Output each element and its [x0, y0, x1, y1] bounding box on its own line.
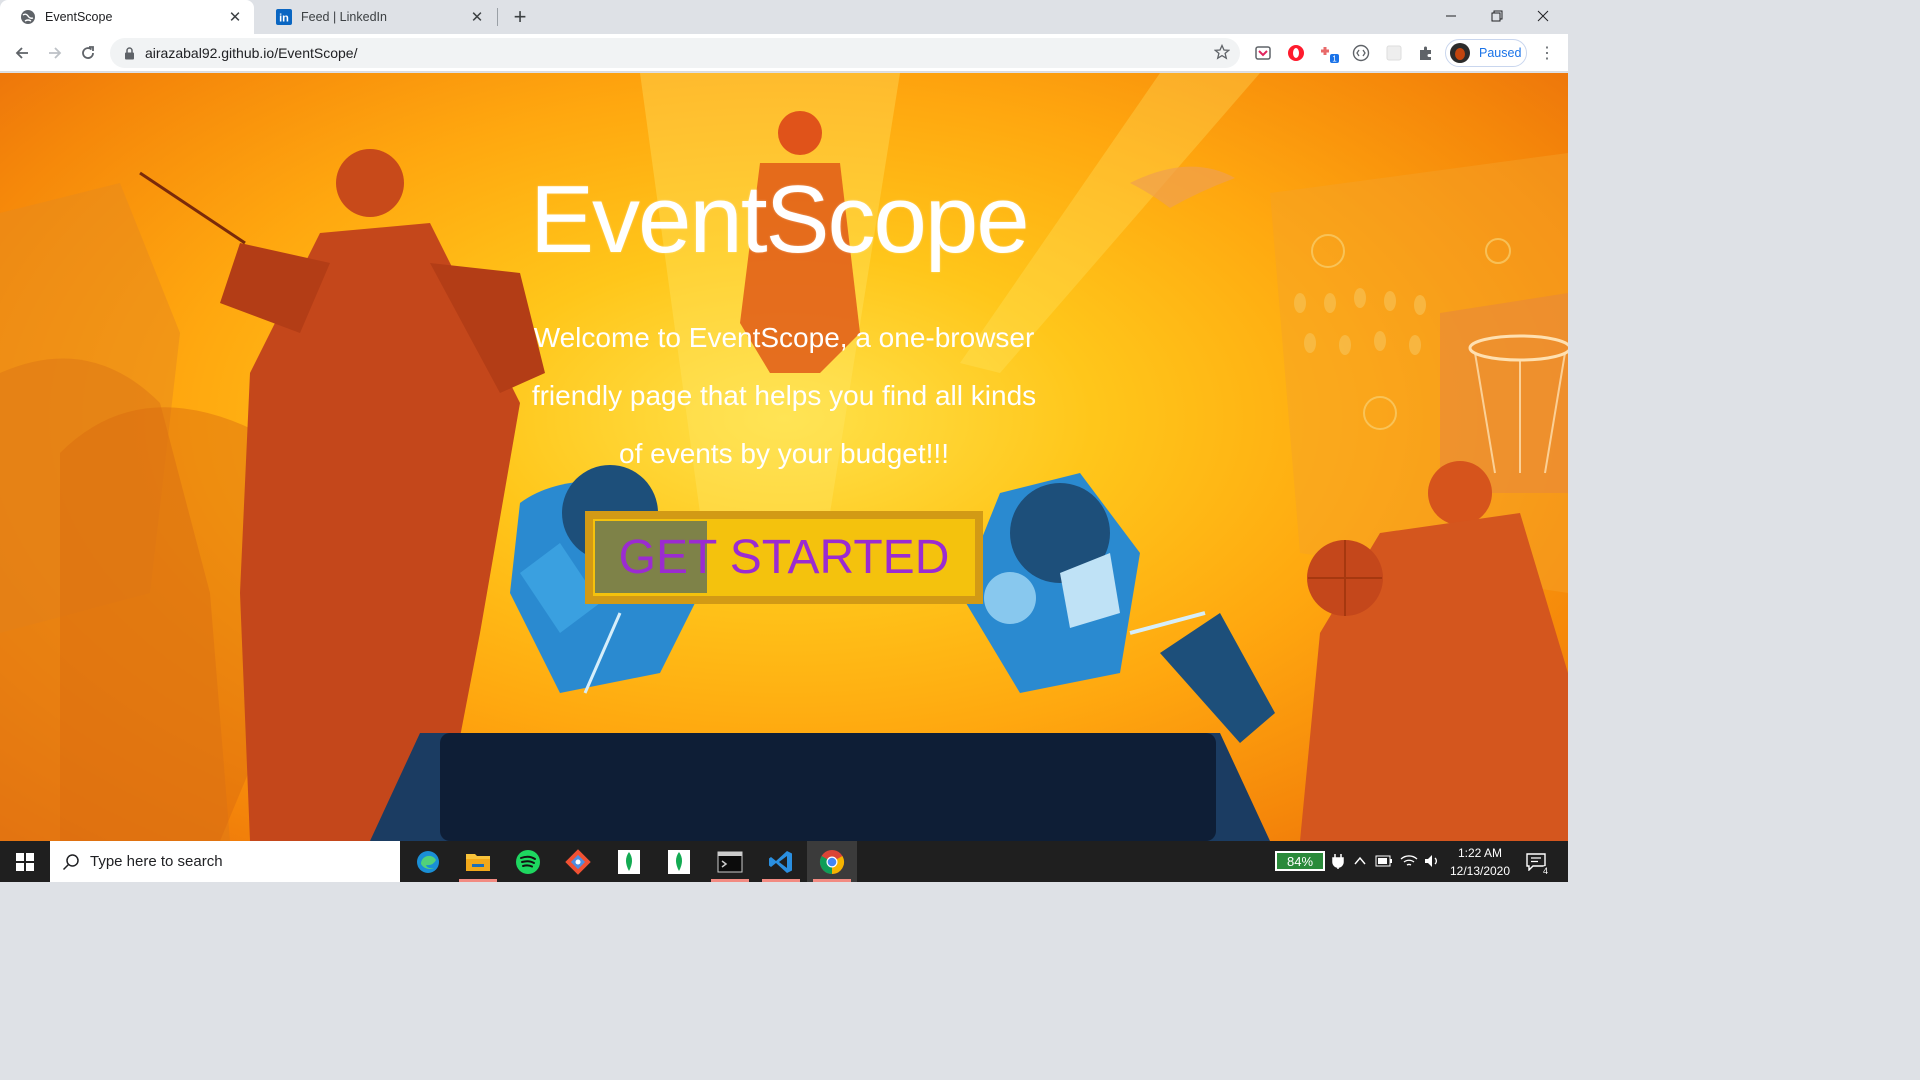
file-explorer-icon[interactable]	[453, 841, 503, 882]
system-clock[interactable]: 1:22 AM 12/13/2020	[1440, 844, 1520, 880]
power-plug-icon[interactable]	[1328, 851, 1348, 871]
reload-icon	[82, 46, 94, 59]
forward-button[interactable]	[41, 39, 69, 67]
browser-toolbar: airazabal92.github.io/EventScope/ 1 Paus…	[0, 34, 1568, 72]
git-icon[interactable]	[553, 841, 603, 882]
get-started-label: GET STARTED	[618, 531, 950, 584]
url-text: airazabal92.github.io/EventScope/	[145, 45, 358, 61]
extensions-puzzle-icon[interactable]	[1416, 43, 1436, 63]
start-button[interactable]	[0, 841, 50, 882]
minimize-button[interactable]	[1428, 0, 1474, 32]
linkedin-icon: in	[276, 9, 292, 25]
terminal-icon[interactable]	[705, 841, 755, 882]
tab-strip: EventScope ✕ in Feed | LinkedIn ✕ +	[0, 0, 1568, 34]
search-placeholder: Type here to search	[90, 853, 223, 870]
opera-extension-icon[interactable]	[1286, 43, 1306, 63]
extension-badge-icon[interactable]: 1	[1319, 43, 1339, 63]
edge-icon[interactable]	[403, 841, 453, 882]
notification-count: 4	[1540, 866, 1550, 876]
avatar	[1450, 43, 1470, 63]
svg-text:in: in	[279, 13, 289, 25]
new-tab-button[interactable]: +	[508, 4, 532, 29]
wifi-icon[interactable]	[1399, 851, 1419, 871]
profile-status: Paused	[1479, 46, 1522, 60]
close-tab-icon[interactable]: ✕	[468, 8, 486, 26]
spotify-icon[interactable]	[503, 841, 553, 882]
intro-text: Welcome to EventScope, a one-browser fri…	[531, 322, 1037, 469]
notification-center-icon[interactable]: 4	[1524, 851, 1550, 876]
hero-section: EventScope Welcome to EventScope, a one-…	[0, 73, 1568, 841]
lock-icon[interactable]	[124, 46, 135, 60]
search-icon	[62, 853, 80, 871]
tab-title: EventScope	[45, 10, 113, 24]
tab-divider	[497, 8, 498, 26]
battery-indicator[interactable]: 84%	[1275, 851, 1325, 871]
globe-icon	[20, 9, 36, 25]
mongodb-icon[interactable]	[604, 841, 654, 882]
volume-icon[interactable]	[1422, 851, 1442, 871]
back-button[interactable]	[8, 39, 36, 67]
battery-icon[interactable]	[1374, 851, 1394, 871]
taskbar-search-box[interactable]: Type here to search	[50, 841, 400, 882]
address-bar[interactable]: airazabal92.github.io/EventScope/	[110, 38, 1240, 68]
battery-level: 84%	[1286, 853, 1314, 869]
chrome-icon[interactable]	[807, 841, 857, 882]
arrow-left-icon	[15, 47, 28, 59]
tab-eventscope[interactable]: EventScope ✕	[0, 0, 254, 34]
page-title: EventScope	[530, 166, 1030, 273]
vscode-icon[interactable]	[756, 841, 806, 882]
bookmark-star-icon[interactable]	[1214, 44, 1230, 60]
get-started-button[interactable]: GET STARTED	[585, 511, 983, 604]
tab-linkedin[interactable]: in Feed | LinkedIn ✕	[256, 0, 496, 34]
close-window-button[interactable]	[1520, 0, 1566, 32]
mongodb-icon[interactable]	[654, 841, 704, 882]
restore-button[interactable]	[1474, 0, 1520, 32]
windows-logo-icon	[16, 852, 34, 871]
reload-button[interactable]	[74, 39, 102, 67]
svg-text:1: 1	[1332, 55, 1337, 64]
tab-title: Feed | LinkedIn	[301, 10, 387, 24]
clock-date: 12/13/2020	[1449, 864, 1511, 878]
chevron-up-icon[interactable]	[1350, 851, 1370, 871]
profile-button[interactable]: Paused	[1445, 39, 1527, 67]
arrow-right-icon	[49, 47, 62, 59]
more-menu-icon[interactable]: ⋮	[1539, 43, 1555, 63]
close-tab-icon[interactable]: ✕	[226, 8, 244, 26]
clock-time: 1:22 AM	[1457, 846, 1503, 860]
extension-placeholder-icon[interactable]	[1384, 43, 1404, 63]
pocket-extension-icon[interactable]	[1253, 43, 1273, 63]
windows-taskbar: Type here to search 84% 1:22 AM 12/13/20…	[0, 841, 1568, 882]
code-extension-icon[interactable]	[1351, 43, 1371, 63]
